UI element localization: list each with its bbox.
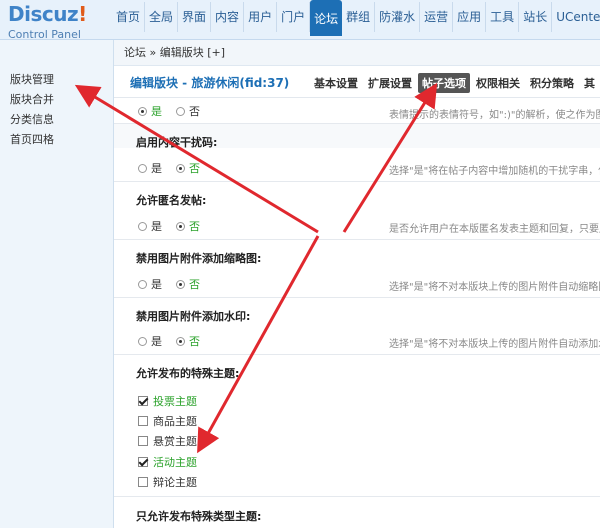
divider [114,239,600,240]
tab-more[interactable]: 其 [580,73,599,93]
nav-tab-apps[interactable]: 应用 [453,2,487,32]
radio-icon [138,221,147,231]
radio-yes[interactable]: 是 [138,276,162,292]
divider [114,297,600,298]
radio-icon [176,163,185,173]
radio-icon [138,106,147,116]
radio-yes[interactable]: 是 [138,160,162,176]
sidebar-item-category-info[interactable]: 分类信息 [0,110,114,130]
setting-label-special-only: 只允许发布特殊类型主题: [136,510,262,523]
nav-tab-portal[interactable]: 门户 [277,2,311,32]
setting-description: 选择"是"将不对本版块上传的图片附件自动缩略图 [389,282,600,293]
checkbox-icon [138,436,148,446]
radio-icon [176,221,185,231]
tab-extended-settings[interactable]: 扩展设置 [364,73,416,93]
radio-icon [176,336,185,346]
tab-post-options[interactable]: 帖子选项 [418,73,470,93]
radio-icon [176,106,185,116]
sidebar-item-forum-manage[interactable]: 版块管理 [0,70,114,90]
nav-tab-group[interactable]: 群组 [342,2,376,32]
radio-yes[interactable]: 是 [138,218,162,234]
nav-tab-operation[interactable]: 运营 [420,2,454,32]
setting-label-special-threads: 允许发布的特殊主题: [136,367,240,380]
sidebar-item-forum-merge[interactable]: 版块合并 [0,90,114,110]
checkbox-debate[interactable]: 辩论主题 [138,474,197,490]
radio-no-selected[interactable]: 否 [176,276,200,292]
radio-yes-selected[interactable]: 是 [138,103,162,119]
logo[interactable]: Discuz! Control Panel [6,2,110,42]
radio-icon [138,279,147,289]
header: Discuz! Control Panel 首页 全局 界面 内容 用户 门户 … [0,0,600,42]
radio-no[interactable]: 否 [176,103,200,119]
setting-label-anonymous: 允许匿名发帖: [136,194,207,207]
checkbox-poll[interactable]: 投票主题 [138,393,197,409]
nav-tab-forum[interactable]: 论坛 [310,0,343,36]
nav-tab-interface[interactable]: 界面 [178,2,212,32]
sidebar: 版块管理 版块合并 分类信息 首页四格 [0,40,114,528]
title-row: 编辑版块 - 旅游休闲(fid:37) 基本设置 扩展设置 帖子选项 权限相关 … [114,66,600,98]
nav-tab-content[interactable]: 内容 [211,2,245,32]
nav-tab-user[interactable]: 用户 [244,2,278,32]
sidebar-item-home-grid[interactable]: 首页四格 [0,130,114,150]
subtabs: 基本设置 扩展设置 帖子选项 权限相关 积分策略 其 [310,73,600,93]
checkbox-trade[interactable]: 商品主题 [138,413,197,429]
nav-tab-global[interactable]: 全局 [145,2,179,32]
top-nav: 首页 全局 界面 内容 用户 门户 论坛 群组 防灌水 运营 应用 工具 站长 … [112,0,600,40]
tab-permissions[interactable]: 权限相关 [472,73,524,93]
radio-yes[interactable]: 是 [138,333,162,349]
setting-description: 选择"是"将在帖子内容中增加随机的干扰字串，使 [389,166,600,177]
checkbox-icon [138,477,148,487]
nav-tab-antispam[interactable]: 防灌水 [375,2,421,32]
checkbox-reward[interactable]: 悬赏主题 [138,433,197,449]
logo-brand: Discuz! [8,2,87,26]
setting-description: 表情提示的表情符号，如":)"的解析，使之作为图 [389,110,600,121]
setting-label-thumbnail: 禁用图片附件添加缩略图: [136,252,262,265]
nav-tab-tools[interactable]: 工具 [486,2,520,32]
nav-tab-ucenter[interactable]: UCenter [552,2,600,32]
checkbox-icon [138,396,148,406]
arrow-to-activity-checkbox [197,235,320,454]
breadcrumb[interactable]: 论坛 » 编辑版块 [+] [114,40,600,66]
radio-no-selected[interactable]: 否 [176,333,200,349]
radio-icon [138,336,147,346]
setting-label-interference: 启用内容干扰码: [136,136,218,149]
page-title: 编辑版块 - 旅游休闲(fid:37) [130,76,290,90]
divider [114,496,600,497]
divider [114,181,600,182]
setting-description: 是否允许用户在本版匿名发表主题和回复，只要用 [389,224,600,235]
radio-icon [176,279,185,289]
setting-description: 选择"是"将不对本版块上传的图片附件自动添加水 [389,339,600,350]
setting-label-watermark: 禁用图片附件添加水印: [136,310,251,323]
radio-no-selected[interactable]: 否 [176,160,200,176]
nav-tab-admin[interactable]: 站长 [519,2,553,32]
checkbox-icon [138,457,148,467]
nav-tab-home[interactable]: 首页 [112,2,146,32]
divider [114,354,600,355]
checkbox-icon [138,416,148,426]
radio-no-selected[interactable]: 否 [176,218,200,234]
tab-credit-policy[interactable]: 积分策略 [526,73,578,93]
checkbox-activity[interactable]: 活动主题 [138,454,197,470]
tab-basic-settings[interactable]: 基本设置 [310,73,362,93]
radio-icon [138,163,147,173]
